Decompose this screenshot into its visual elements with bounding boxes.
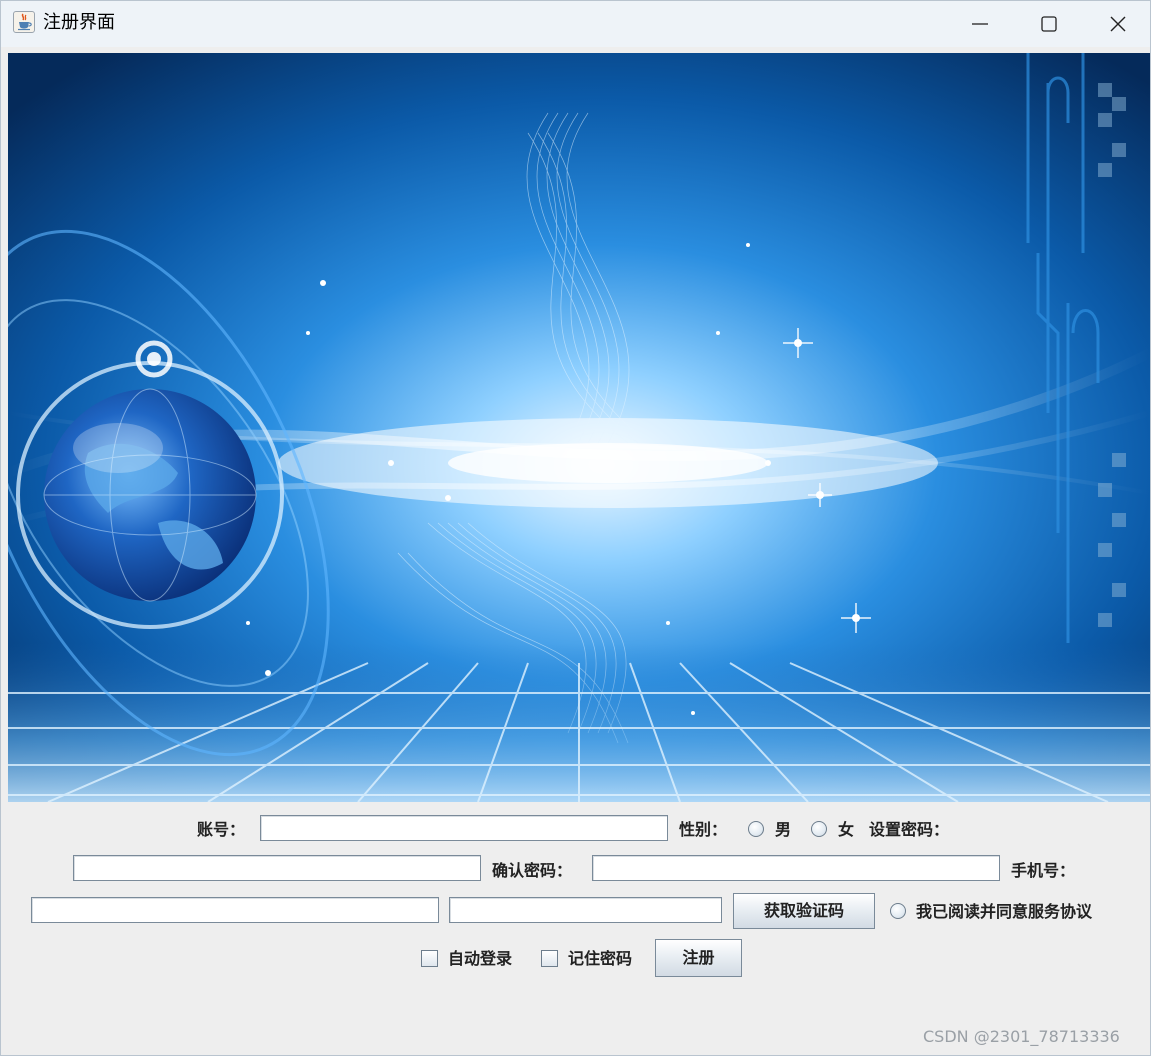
remember-password-checkbox[interactable] [541,950,558,967]
minimize-button[interactable] [946,1,1014,47]
gender-male-radio[interactable] [748,821,764,837]
confirm-password-input[interactable] [592,855,1000,881]
close-icon [1110,16,1126,32]
phone-input[interactable] [31,897,439,923]
gender-female-radio[interactable] [811,821,827,837]
register-window: 注册界面 账号： 性别： 男 女 设置密码： 确认密码： 手机号： 获取验证码 … [0,0,1151,1056]
get-code-button[interactable]: 获取验证码 [733,893,875,929]
gender-female-label: 女 [838,820,855,839]
banner-image [8,53,1150,802]
agree-label: 我已阅读并同意服务协议 [916,902,1093,921]
agree-radio[interactable] [890,903,906,919]
auto-login-checkbox[interactable] [421,950,438,967]
maximize-icon [1041,16,1057,32]
window-title: 注册界面 [43,12,115,33]
password-input[interactable] [73,855,481,881]
java-cup-icon [13,11,35,33]
phone-label: 手机号： [1011,861,1076,880]
remember-password-label: 记住密码 [568,949,633,968]
tech-globe-illustration [8,53,1150,802]
auto-login-label: 自动登录 [448,949,513,968]
csdn-watermark: CSDN @2301_78713336 [923,1027,1120,1046]
gender-label: 性别： [679,820,728,839]
set-password-label: 设置密码： [869,820,950,839]
close-button[interactable] [1084,1,1151,47]
minimize-icon [972,23,988,25]
account-label: 账号： [197,820,246,839]
maximize-button[interactable] [1015,1,1083,47]
gender-male-label: 男 [775,820,792,839]
account-input[interactable] [260,815,668,841]
title-bar[interactable]: 注册界面 [1,1,1150,47]
register-button[interactable]: 注册 [655,939,742,977]
verify-code-input[interactable] [449,897,722,923]
confirm-password-label: 确认密码： [492,861,573,880]
